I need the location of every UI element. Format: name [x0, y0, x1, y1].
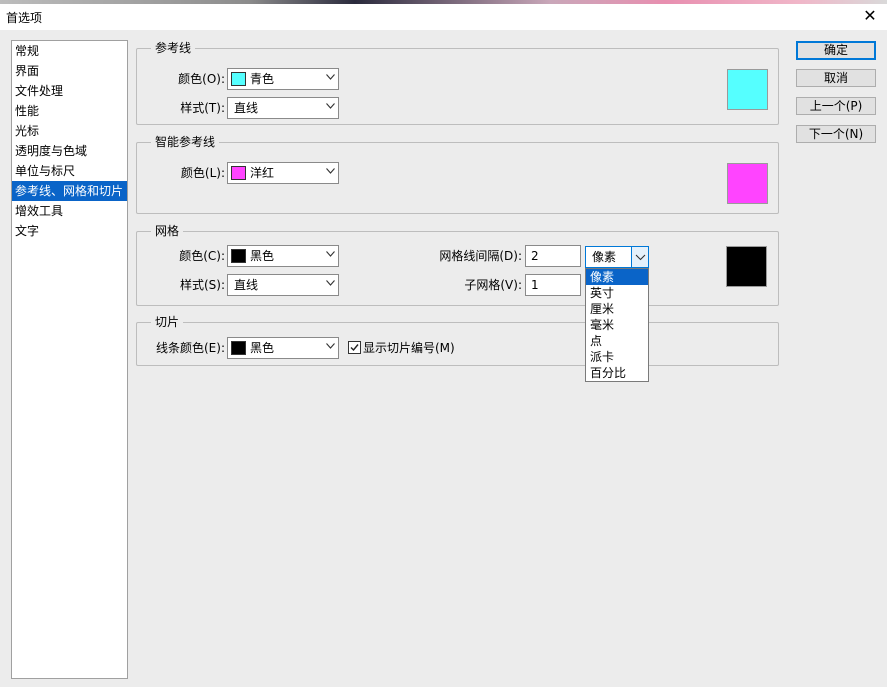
grid-style-select[interactable]: 直线: [227, 274, 339, 296]
nav-item-performance[interactable]: 性能: [12, 101, 127, 121]
guides-color-select[interactable]: 青色: [227, 68, 339, 90]
slices-group-title: 切片: [151, 314, 184, 330]
chevron-down-icon: [326, 251, 335, 259]
nav-item-file-handling[interactable]: 文件处理: [12, 81, 127, 101]
smart-guides-color-select[interactable]: 洋红: [227, 162, 339, 184]
slice-line-color-value: 黑色: [250, 341, 275, 355]
prev-button[interactable]: 上一个(P): [796, 97, 876, 115]
grid-group-title: 网格: [151, 223, 184, 239]
guides-color-swatch: [231, 72, 246, 86]
nav-item-units-rulers[interactable]: 单位与标尺: [12, 161, 127, 181]
guides-color-preview[interactable]: [727, 69, 768, 110]
guides-style-label: 样式(T):: [180, 101, 225, 115]
grid-unit-select[interactable]: 像素: [585, 246, 649, 268]
grid-style-label: 样式(S):: [179, 278, 225, 292]
unit-option-points[interactable]: 点: [586, 333, 648, 349]
window-title: 首选项: [6, 11, 43, 25]
subdivisions-label: 子网格(V):: [464, 278, 522, 292]
grid-color-preview[interactable]: [726, 246, 767, 287]
gridline-every-input[interactable]: 2: [525, 245, 581, 267]
guides-style-value: 直线: [234, 101, 259, 115]
gridline-every-label: 网格线间隔(D):: [439, 249, 522, 263]
chevron-down-icon: [326, 168, 335, 176]
next-button[interactable]: 下一个(N): [796, 125, 876, 143]
guides-style-select[interactable]: 直线: [227, 97, 339, 119]
preferences-category-list[interactable]: 常规 界面 文件处理 性能 光标 透明度与色域 单位与标尺 参考线、网格和切片 …: [11, 40, 128, 679]
nav-item-transparency-gamut[interactable]: 透明度与色域: [12, 141, 127, 161]
smart-guides-color-label: 颜色(L):: [180, 166, 225, 180]
smart-guides-color-swatch: [231, 166, 246, 180]
grid-color-value: 黑色: [250, 249, 275, 263]
chevron-down-icon: [326, 74, 335, 82]
grid-color-select[interactable]: 黑色: [227, 245, 339, 267]
guides-group-title: 参考线: [151, 40, 196, 56]
unit-option-inches[interactable]: 英寸: [586, 285, 648, 301]
nav-item-guides-grid-slices[interactable]: 参考线、网格和切片: [12, 181, 127, 201]
checkmark-icon: [350, 344, 359, 352]
show-slice-numbers-checkbox[interactable]: [348, 341, 361, 354]
unit-option-mm[interactable]: 毫米: [586, 317, 648, 333]
slice-line-color-swatch: [231, 341, 246, 355]
chevron-down-icon: [326, 103, 335, 111]
title-bar: 首选项 ✕: [0, 4, 887, 30]
chevron-down-icon: [326, 280, 335, 288]
unit-option-percent[interactable]: 百分比: [586, 365, 648, 381]
unit-option-pixels[interactable]: 像素: [586, 269, 648, 285]
guides-color-label: 颜色(O):: [178, 72, 225, 86]
smart-guides-color-preview[interactable]: [727, 163, 768, 204]
smart-guides-group-title: 智能参考线: [151, 134, 220, 150]
nav-item-plugins[interactable]: 增效工具: [12, 201, 127, 221]
chevron-down-icon: [326, 343, 335, 351]
grid-unit-dropdown-list[interactable]: 像素 英寸 厘米 毫米 点 派卡 百分比: [585, 268, 649, 382]
nav-item-interface[interactable]: 界面: [12, 61, 127, 81]
nav-item-type[interactable]: 文字: [12, 221, 127, 241]
unit-option-cm[interactable]: 厘米: [586, 301, 648, 317]
nav-item-general[interactable]: 常规: [12, 41, 127, 61]
chevron-down-icon[interactable]: [631, 247, 648, 267]
unit-option-picas[interactable]: 派卡: [586, 349, 648, 365]
smart-guides-color-value: 洋红: [250, 166, 275, 180]
guides-color-value: 青色: [250, 72, 275, 86]
grid-style-value: 直线: [234, 278, 259, 292]
nav-item-cursors[interactable]: 光标: [12, 121, 127, 141]
close-icon[interactable]: ✕: [861, 6, 879, 25]
grid-color-swatch: [231, 249, 246, 263]
cancel-button[interactable]: 取消: [796, 69, 876, 87]
slice-line-color-select[interactable]: 黑色: [227, 337, 339, 359]
slice-line-color-label: 线条颜色(E):: [156, 341, 225, 355]
grid-color-label: 颜色(C):: [179, 249, 225, 263]
ok-button[interactable]: 确定: [796, 41, 876, 60]
show-slice-numbers-label[interactable]: 显示切片编号(M): [363, 337, 455, 359]
subdivisions-input[interactable]: 1: [525, 274, 581, 296]
grid-unit-value: 像素: [592, 250, 617, 264]
